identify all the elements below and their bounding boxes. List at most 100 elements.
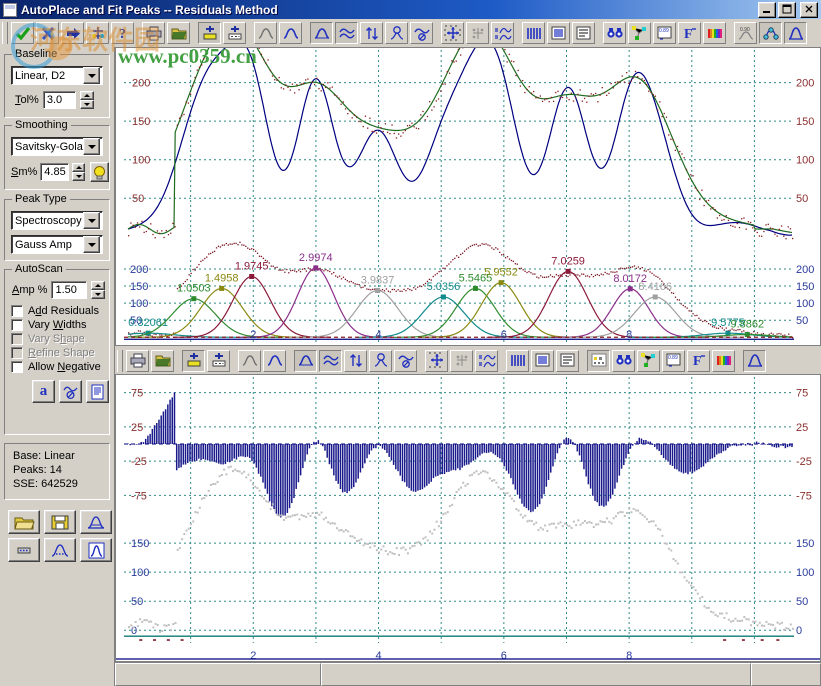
horizontal-scrollbar[interactable] (115, 662, 821, 686)
peak-overlay-button[interactable] (310, 22, 333, 44)
amp-input[interactable]: 1.50 (51, 281, 87, 299)
tol-input[interactable]: 3.0 (43, 91, 76, 109)
scatter-select-button[interactable] (450, 350, 473, 372)
help-button[interactable]: ? (111, 22, 134, 44)
minimize-button[interactable] (758, 2, 776, 18)
text-lines-button[interactable] (572, 22, 595, 44)
checkbox-add-residuals[interactable]: Add Residuals (11, 305, 109, 317)
add-peak-button[interactable] (198, 22, 221, 44)
smoothing-method-select[interactable]: Savitsky-Golay (11, 137, 103, 156)
baseline-type-select[interactable]: Linear, D2 (11, 66, 103, 85)
smooth-curve-button[interactable] (319, 350, 342, 372)
scrollbar-thumb[interactable] (321, 663, 751, 686)
function-button[interactable]: F (687, 350, 710, 372)
peak-data-button[interactable] (44, 538, 76, 562)
fit-peak-button[interactable] (263, 350, 286, 372)
palette-button[interactable] (628, 22, 651, 44)
compare-peaks-button[interactable] (491, 22, 514, 44)
palette-button[interactable] (637, 350, 660, 372)
next-arrow-button[interactable] (61, 22, 84, 44)
open-file-button[interactable] (8, 510, 40, 534)
bars-button[interactable] (522, 22, 545, 44)
maximize-button[interactable] (778, 2, 796, 18)
list-lines-button[interactable] (531, 350, 554, 372)
bars-button[interactable] (506, 350, 529, 372)
checkbox-box[interactable] (11, 319, 23, 331)
options-button[interactable] (86, 22, 109, 44)
chevron-down-icon[interactable] (83, 236, 100, 253)
tol-stepper-up[interactable] (80, 91, 94, 100)
chevron-down-icon[interactable] (83, 138, 100, 155)
checkbox-vary-widths[interactable]: Vary Widths (11, 319, 109, 331)
auto-smooth-button[interactable] (90, 162, 109, 182)
find-button[interactable] (603, 22, 626, 44)
list-lines-button[interactable] (547, 22, 570, 44)
print-button[interactable] (126, 350, 149, 372)
peak-category-select[interactable]: Spectroscopy (11, 211, 103, 230)
numeric-output-button[interactable]: 0.89 (653, 22, 676, 44)
peak-outline-button[interactable] (784, 22, 807, 44)
toolbar-grip[interactable] (2, 22, 8, 44)
color-bar-button[interactable] (703, 22, 726, 44)
data-table-button[interactable] (8, 538, 40, 562)
sm-stepper-up[interactable] (72, 163, 85, 172)
label-grid-button[interactable]: 0.90 (734, 22, 757, 44)
report-button[interactable] (86, 380, 109, 403)
annotate-a-button[interactable]: a (32, 380, 55, 403)
peak-report-button[interactable] (80, 538, 112, 562)
compare-peaks-button[interactable] (475, 350, 498, 372)
amp-stepper[interactable] (91, 281, 105, 299)
tol-stepper-down[interactable] (80, 100, 94, 109)
chevron-down-icon[interactable] (83, 212, 100, 229)
peak-overlay-button[interactable] (294, 350, 317, 372)
cancel-x-button[interactable] (36, 22, 59, 44)
residuals-pane[interactable]: -75-75-25-252525757500505010010015015024… (115, 374, 821, 662)
single-peak-button[interactable] (254, 22, 277, 44)
export-peak-button[interactable] (80, 510, 112, 534)
add-peak-button[interactable] (182, 350, 205, 372)
smooth-curve-button[interactable] (335, 22, 358, 44)
peak-function-select[interactable]: Gauss Amp (11, 235, 103, 254)
add-point-button[interactable] (223, 22, 246, 44)
peak-outline-button[interactable] (743, 350, 766, 372)
scrollbar-track-right[interactable] (751, 663, 821, 686)
scatter-select-button[interactable] (466, 22, 489, 44)
find-button[interactable] (612, 350, 635, 372)
text-lines-button[interactable] (556, 350, 579, 372)
move-crosshair-button[interactable] (441, 22, 464, 44)
clear-peaks-button[interactable] (59, 380, 82, 403)
checkbox-box[interactable] (11, 305, 23, 317)
suppress-curve-button[interactable] (394, 350, 417, 372)
checkbox-allow-negative[interactable]: Allow Negative (11, 361, 109, 373)
scrollbar-track-left[interactable] (115, 663, 321, 686)
updown-arrows-button[interactable] (360, 22, 383, 44)
fit-overview-pane[interactable]: 5050100100150150200200505010010015015020… (115, 47, 821, 346)
amp-stepper-up[interactable] (91, 281, 105, 290)
suppress-curve-button[interactable] (410, 22, 433, 44)
checkbox-box[interactable] (11, 361, 23, 373)
sm-stepper[interactable] (72, 163, 85, 181)
save-file-button[interactable] (44, 510, 76, 534)
function-button[interactable]: F (678, 22, 701, 44)
apply-check-button[interactable] (11, 22, 34, 44)
chevron-down-icon[interactable] (83, 67, 100, 84)
add-point-button[interactable] (207, 350, 230, 372)
open-data-button[interactable] (151, 350, 174, 372)
move-crosshair-button[interactable] (425, 350, 448, 372)
single-peak-button[interactable] (238, 350, 261, 372)
zero-baseline-button[interactable] (385, 22, 408, 44)
tol-stepper[interactable] (80, 91, 94, 109)
sm-input[interactable]: 4.85 (40, 163, 69, 181)
toolbar-grip[interactable] (117, 350, 123, 372)
fit-peak-button[interactable] (279, 22, 302, 44)
close-button[interactable] (800, 2, 818, 18)
color-bar-button[interactable] (712, 350, 735, 372)
system-menu-icon[interactable] (3, 3, 17, 17)
label-grid-button[interactable] (587, 350, 610, 372)
updown-arrows-button[interactable] (344, 350, 367, 372)
numeric-output-button[interactable]: 0.89 (662, 350, 685, 372)
open-data-button[interactable] (167, 22, 190, 44)
sm-stepper-down[interactable] (72, 172, 85, 181)
zero-baseline-button[interactable] (369, 350, 392, 372)
amp-stepper-down[interactable] (91, 290, 105, 299)
